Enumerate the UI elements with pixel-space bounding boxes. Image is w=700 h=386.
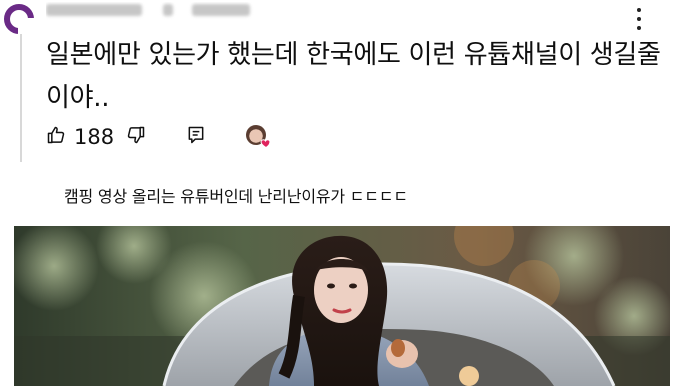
camping-scene-image bbox=[14, 226, 670, 386]
comment-card: 일본에만 있는가 했는데 한국에도 이런 유튭채널이 생길줄이야.. 188 bbox=[0, 0, 700, 168]
thumb-up-icon bbox=[46, 125, 66, 149]
comment-text: 일본에만 있는가 했는데 한국에도 이런 유튭채널이 생길줄이야.. bbox=[46, 40, 661, 113]
dislike-button[interactable] bbox=[126, 125, 146, 149]
reply-button[interactable] bbox=[186, 125, 206, 149]
channel-avatar[interactable] bbox=[4, 4, 34, 34]
caption-text: 캠핑 영상 올리는 유튜버인데 난리난이유가 ㄷㄷㄷㄷ bbox=[64, 187, 408, 206]
comment-actions: 188 bbox=[46, 124, 271, 150]
thumb-down-icon bbox=[126, 125, 146, 149]
thread-line bbox=[20, 30, 22, 162]
like-count: 188 bbox=[74, 125, 115, 149]
screenshot-page: 일본에만 있는가 했는데 한국에도 이런 유튭채널이 생길줄이야.. 188 캠… bbox=[0, 0, 700, 386]
heart-icon bbox=[260, 139, 271, 149]
reply-icon bbox=[186, 125, 206, 149]
comment-author-meta-redacted bbox=[46, 2, 276, 20]
creator-heart-avatar[interactable] bbox=[246, 125, 271, 149]
video-thumbnail[interactable] bbox=[14, 226, 670, 386]
like-button[interactable] bbox=[46, 125, 66, 149]
more-vert-icon[interactable] bbox=[632, 8, 646, 30]
